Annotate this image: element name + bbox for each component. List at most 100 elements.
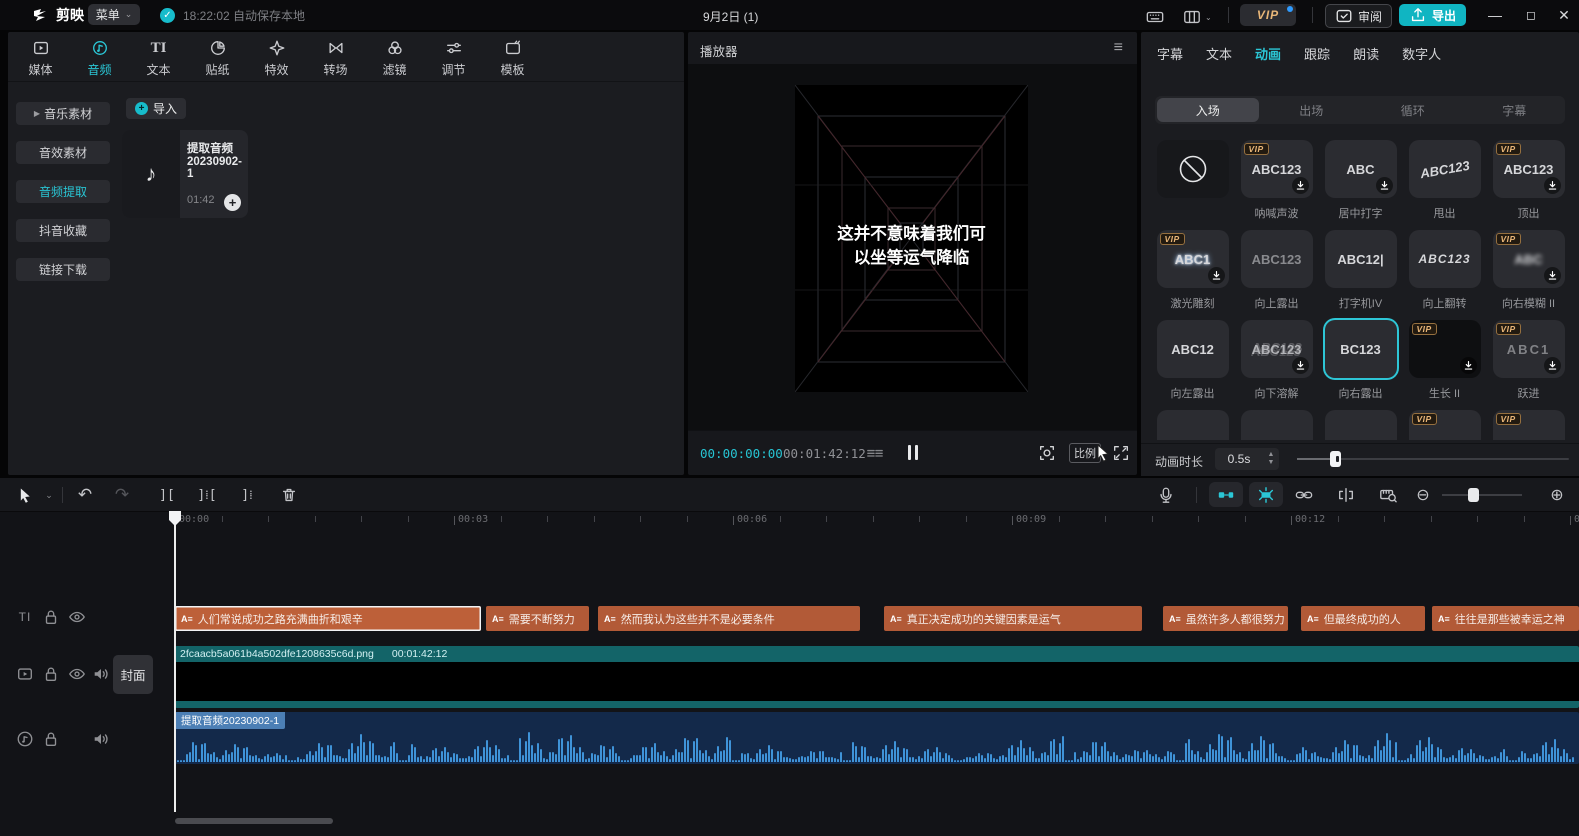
anim-tab-跟踪[interactable]: 跟踪 (1304, 44, 1330, 63)
import-button[interactable]: + 导入 (126, 98, 186, 119)
duration-slider-handle[interactable] (1330, 451, 1341, 467)
anim-tile-甩出[interactable]: ABC123 (1409, 140, 1481, 198)
subtitle-clip[interactable]: A≡然而我认为这些并不是必要条件 (598, 606, 860, 631)
player-menu-icon[interactable]: ≡ (1114, 39, 1123, 57)
anim-tile-向上翻转[interactable]: ABC123 (1409, 230, 1481, 288)
insert-split-icon[interactable] (1335, 484, 1357, 506)
anim-tab-文本[interactable]: 文本 (1206, 44, 1232, 63)
audio-track-mute-icon[interactable] (92, 730, 110, 748)
timeline-zoom-slider[interactable] (1442, 494, 1522, 496)
split-delete-left-icon[interactable]: ]⁞[ (196, 484, 218, 506)
record-mic-icon[interactable] (1155, 484, 1177, 506)
media-tab-文本[interactable]: TI文本 (136, 38, 181, 78)
video-clip[interactable]: 2fcaacb5a061b4a502dfe1208635c6d.png 00:0… (175, 646, 1579, 708)
media-tab-转场[interactable]: 转场 (313, 38, 358, 78)
split-delete-right-icon[interactable]: ]⁞ (236, 484, 258, 506)
anim-tile[interactable] (1157, 140, 1229, 198)
sidebar-item-抖音收藏[interactable]: 抖音收藏 (16, 219, 110, 242)
anim-tile-向右模糊 II[interactable]: ABCVIP (1493, 230, 1565, 288)
audio-clip[interactable]: 提取音频20230902-1 (175, 712, 1579, 764)
video-preview[interactable]: 这并不意味着我们可 以坐等运气降临 (795, 85, 1028, 392)
zoom-in-icon[interactable]: ⊕ (1546, 484, 1568, 506)
media-tab-贴纸[interactable]: 贴纸 (195, 38, 240, 78)
anim-tile[interactable] (1157, 410, 1229, 440)
delete-icon[interactable] (278, 484, 300, 506)
subtitle-clip[interactable]: A≡真正决定成功的关键因素是运气 (884, 606, 1142, 631)
anim-tile-向上露出[interactable]: ABC123 (1241, 230, 1313, 288)
select-tool-caret[interactable]: ⌄ (38, 484, 60, 506)
duration-value-box[interactable]: 0.5s ▲▼ (1215, 448, 1279, 470)
snap-toggle-button[interactable] (1209, 482, 1243, 507)
undo-icon[interactable]: ↶ (74, 484, 96, 506)
media-tab-音频[interactable]: 音频 (77, 38, 122, 78)
playhead-line[interactable] (174, 512, 176, 812)
anim-tile-打字机IV[interactable]: ABC12| (1325, 230, 1397, 288)
anim-tile-顶出[interactable]: ABC123VIP (1493, 140, 1565, 198)
fullscreen-icon[interactable] (1112, 444, 1130, 462)
duration-slider[interactable] (1297, 458, 1569, 460)
anim-tile[interactable] (1325, 410, 1397, 440)
anim-tile[interactable] (1241, 410, 1313, 440)
audio-track-lock-icon[interactable] (42, 730, 60, 748)
anim-tile-呐喊声波[interactable]: ABC123VIP (1241, 140, 1313, 198)
fit-zoom-icon[interactable] (1038, 444, 1056, 462)
anim-subtab-循环[interactable]: 循环 (1362, 96, 1464, 124)
auto-highlight-toggle-button[interactable] (1249, 482, 1283, 507)
vip-button[interactable]: VIP (1240, 4, 1296, 26)
add-to-timeline-button[interactable]: + (224, 194, 241, 211)
anim-tile-居中打字[interactable]: ABC (1325, 140, 1397, 198)
frame-preview-icon[interactable] (866, 447, 884, 465)
subtitle-clip[interactable]: A≡需要不断努力 (486, 606, 589, 631)
menu-button[interactable]: 菜单 ⌄ (88, 4, 140, 25)
subtitle-clip[interactable]: A≡往往是那些被幸运之神 (1432, 606, 1579, 631)
anim-subtab-入场[interactable]: 入场 (1157, 98, 1259, 122)
redo-icon[interactable]: ↷ (111, 484, 133, 506)
timeline-ruler[interactable]: 00:0000:0300:0600:0900:1200:1 (0, 512, 1579, 534)
pause-button[interactable] (904, 443, 922, 461)
layout-switch-icon[interactable]: ⌄ (1183, 8, 1212, 26)
sidebar-item-音乐素材[interactable]: ▶音乐素材 (16, 102, 110, 125)
subtitle-clip[interactable]: A≡但最终成功的人 (1301, 606, 1425, 631)
maximize-button[interactable]: ◻ (1516, 0, 1546, 30)
text-track-lock-icon[interactable] (42, 608, 60, 626)
preview-axis-icon[interactable] (1377, 484, 1399, 506)
export-button[interactable]: 导出 (1399, 4, 1466, 26)
media-tab-特效[interactable]: 特效 (254, 38, 299, 78)
video-track-mute-icon[interactable] (92, 665, 110, 683)
timeline-horizontal-scrollbar[interactable] (175, 818, 333, 824)
sidebar-item-音效素材[interactable]: 音效素材 (16, 141, 110, 164)
anim-tile-激光雕刻[interactable]: ABC1VIP (1157, 230, 1229, 288)
cover-button[interactable]: 封面 (113, 655, 153, 694)
media-tab-调节[interactable]: 调节 (431, 38, 476, 78)
link-icon[interactable] (1293, 484, 1315, 506)
audio-asset-card[interactable]: ♪ 提取音频 20230902-1 01:42 + (122, 130, 248, 218)
media-tab-媒体[interactable]: 媒体 (18, 38, 63, 78)
anim-tab-朗读[interactable]: 朗读 (1353, 44, 1379, 63)
review-button[interactable]: 审阅 (1325, 4, 1392, 28)
video-track-lock-icon[interactable] (42, 665, 60, 683)
anim-subtab-字幕[interactable]: 字幕 (1464, 96, 1566, 124)
close-button[interactable]: ✕ (1549, 0, 1579, 30)
timeline-zoom-handle[interactable] (1468, 488, 1479, 502)
subtitle-clip[interactable]: A≡人们常说成功之路充满曲折和艰辛 (175, 606, 481, 631)
sidebar-item-链接下载[interactable]: 链接下载 (16, 258, 110, 281)
anim-subtab-出场[interactable]: 出场 (1261, 96, 1363, 124)
anim-tab-数字人[interactable]: 数字人 (1402, 44, 1441, 63)
split-icon[interactable]: ][ (156, 484, 178, 506)
media-tab-模板[interactable]: 模板 (490, 38, 535, 78)
minimize-button[interactable]: — (1480, 0, 1510, 30)
sidebar-item-音频提取[interactable]: 音频提取 (16, 180, 110, 203)
zoom-out-icon[interactable]: ⊖ (1412, 484, 1434, 506)
media-tab-滤镜[interactable]: 滤镜 (372, 38, 417, 78)
anim-tile-向右露出[interactable]: BC123 (1325, 320, 1397, 378)
anim-tile-向左露出[interactable]: ABC12 (1157, 320, 1229, 378)
select-tool-icon[interactable] (14, 484, 36, 506)
duration-stepper[interactable]: ▲▼ (1263, 451, 1279, 466)
anim-tile-跃进[interactable]: ABC1VIP (1493, 320, 1565, 378)
shortcut-keyboard-icon[interactable] (1146, 8, 1164, 26)
anim-tab-动画[interactable]: 动画 (1255, 44, 1281, 63)
video-track-visibility-icon[interactable] (68, 665, 86, 683)
anim-tile[interactable]: VIP (1493, 410, 1565, 440)
subtitle-clip[interactable]: A≡虽然许多人都很努力 (1163, 606, 1288, 631)
anim-tile-向下溶解[interactable]: ABC123 (1241, 320, 1313, 378)
